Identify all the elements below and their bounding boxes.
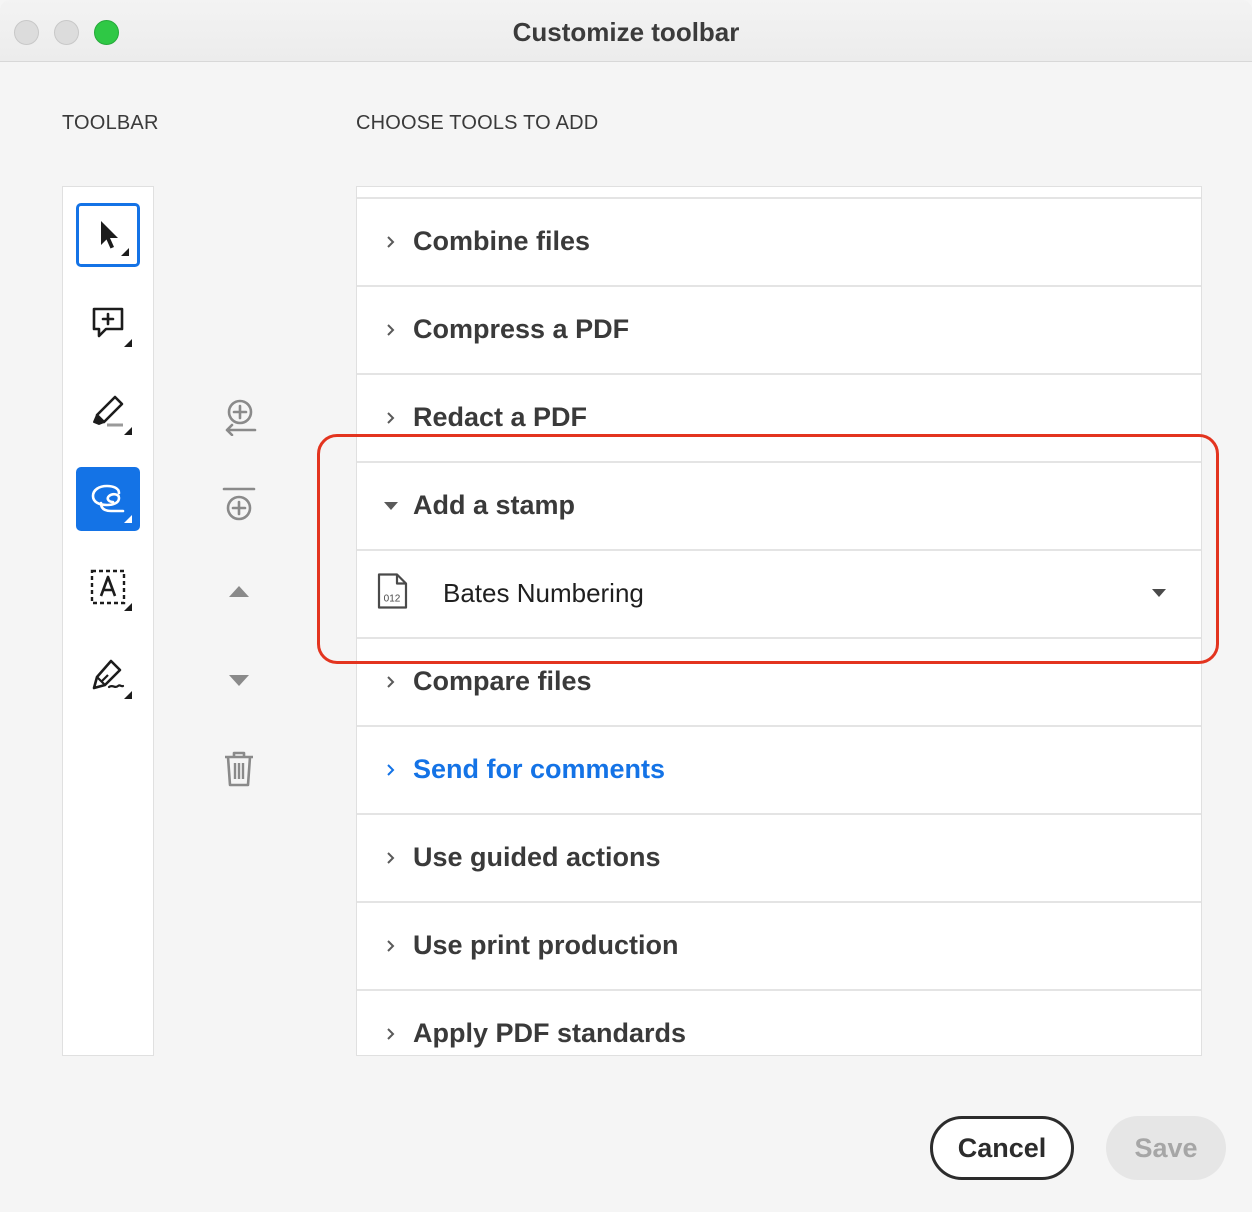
tools-list: Combine files Compress a PDF Redact a PD… [356, 186, 1202, 1056]
chevron-down-icon [383, 498, 399, 514]
arrow-cursor-icon [101, 221, 118, 249]
bates-icon-text: 012 [384, 594, 401, 605]
window-title: Customize toolbar [512, 17, 740, 47]
submenu-corner-icon [124, 339, 132, 347]
toolbar-tool-draw[interactable] [76, 467, 140, 531]
add-to-toolbar-icon [225, 399, 257, 436]
chevron-right-icon [383, 234, 399, 250]
add-divider-icon [222, 487, 256, 521]
pen-sign-icon [92, 659, 125, 690]
add-to-toolbar-button[interactable] [216, 393, 262, 439]
chevron-right-icon [383, 850, 399, 866]
list-item-label: Send for comments [413, 753, 666, 784]
delete-button[interactable] [216, 746, 262, 792]
text-box-icon [90, 569, 126, 605]
submenu-corner-icon [124, 515, 132, 523]
chevron-right-icon [383, 762, 399, 778]
list-item-bates-numbering[interactable]: 012 Bates Numbering [357, 549, 1201, 637]
toolbar-tool-add-text[interactable] [76, 555, 140, 619]
submenu-corner-icon [121, 248, 129, 256]
highlighter-icon [93, 395, 124, 427]
chevron-right-icon [383, 674, 399, 690]
list-item-label: Compress a PDF [413, 313, 630, 344]
list-item-compare-files[interactable]: Compare files [357, 637, 1201, 725]
list-item-label: Add a stamp [413, 489, 576, 520]
list-item-send-for-comments[interactable]: Send for comments [357, 725, 1201, 813]
add-divider-button[interactable] [216, 482, 262, 528]
submenu-corner-icon [124, 427, 132, 435]
list-item-label: Apply PDF standards [413, 1017, 687, 1048]
submenu-corner-icon [124, 603, 132, 611]
list-item-combine-files[interactable]: Combine files [357, 197, 1201, 285]
chevron-right-icon [383, 1026, 399, 1042]
chevron-right-icon [383, 938, 399, 954]
list-item-label: Compare files [413, 665, 592, 696]
chevron-right-icon [383, 410, 399, 426]
chevron-down-icon[interactable] [1151, 585, 1167, 603]
choose-tools-section-label: CHOOSE TOOLS TO ADD [356, 112, 599, 134]
toolbar-tool-add-comment[interactable] [76, 291, 140, 355]
bates-document-icon: 012 [375, 573, 409, 616]
title-bar: Customize toolbar [0, 0, 1252, 62]
list-item-label: Bates Numbering [443, 577, 644, 608]
toolbar-tool-select[interactable] [76, 203, 140, 267]
save-button[interactable]: Save [1106, 1116, 1226, 1180]
toolbar-tools-panel [62, 186, 154, 1056]
move-down-button[interactable] [216, 658, 262, 704]
list-item-pdf-standards[interactable]: Apply PDF standards [357, 989, 1201, 1055]
list-item-add-stamp[interactable]: Add a stamp [357, 461, 1201, 549]
list-item-label: Combine files [413, 225, 591, 256]
list-item-compress-pdf[interactable]: Compress a PDF [357, 285, 1201, 373]
triangle-down-icon [229, 675, 249, 686]
list-item-label: Redact a PDF [413, 401, 588, 432]
list-item-guided-actions[interactable]: Use guided actions [357, 813, 1201, 901]
toolbar-tool-highlight[interactable] [76, 379, 140, 443]
lasso-draw-icon [91, 484, 125, 513]
list-item-label: Use print production [413, 929, 679, 960]
trash-icon [225, 751, 253, 787]
list-item-print-production[interactable]: Use print production [357, 901, 1201, 989]
chevron-right-icon [383, 322, 399, 338]
submenu-corner-icon [124, 691, 132, 699]
comment-add-icon [92, 307, 124, 338]
list-item-redact-pdf[interactable]: Redact a PDF [357, 373, 1201, 461]
move-up-button[interactable] [216, 568, 262, 614]
triangle-up-icon [229, 586, 249, 597]
toolbar-tool-sign[interactable] [76, 643, 140, 707]
cancel-button[interactable]: Cancel [930, 1116, 1074, 1180]
toolbar-section-label: TOOLBAR [62, 112, 159, 134]
list-item-label: Use guided actions [413, 841, 661, 872]
